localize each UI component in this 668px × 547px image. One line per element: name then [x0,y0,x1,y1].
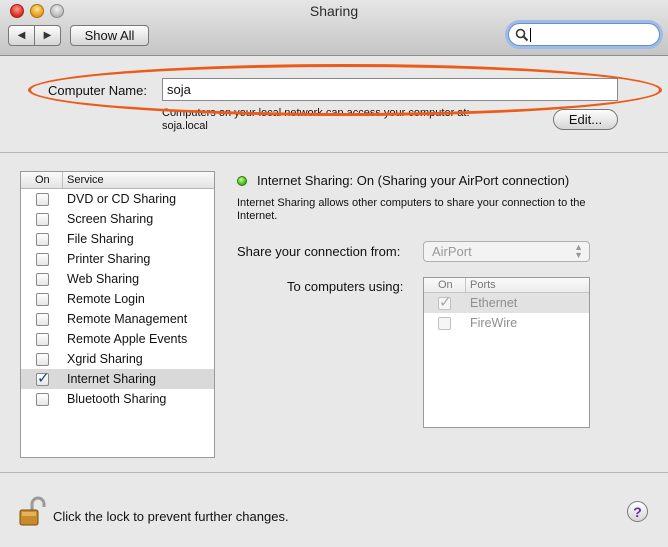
search-input[interactable] [531,26,651,43]
window-titlebar: Sharing ◀ ▶ Show All [0,0,668,56]
service-checkbox[interactable] [36,393,49,406]
service-list-header: On Service [21,172,214,189]
back-button[interactable]: ◀ [9,26,34,45]
service-label: Web Sharing [67,272,140,286]
local-hostname: soja.local [162,120,208,132]
service-row[interactable]: Remote Login [21,289,214,309]
share-from-label: Share your connection from: [237,244,401,259]
ports-column-header[interactable]: Ports [470,279,496,291]
forward-arrow-icon: ▶ [43,30,52,41]
port-row[interactable]: Ethernet [424,293,589,313]
service-label: Xgrid Sharing [67,352,143,366]
port-label: FireWire [470,316,518,330]
computer-name-field[interactable]: soja [162,78,618,101]
service-checkbox[interactable] [36,213,49,226]
service-checkbox[interactable] [36,369,50,387]
service-rows: DVD or CD Sharing Screen Sharing File Shar… [21,189,214,409]
window-title: Sharing [309,3,359,19]
column-separator [62,172,63,188]
show-all-button[interactable]: Show All [70,25,149,46]
back-arrow-icon: ◀ [17,30,26,41]
service-label: Remote Apple Events [67,332,188,346]
service-label: DVD or CD Sharing [67,192,177,206]
service-row[interactable]: Printer Sharing [21,249,214,269]
text-cursor [530,28,531,42]
service-checkbox[interactable] [36,273,49,286]
computer-name-label: Computer Name: [48,83,147,98]
service-label: Bluetooth Sharing [67,392,167,406]
service-column-header[interactable]: Service [67,174,104,186]
service-label: Printer Sharing [67,252,151,266]
updown-arrows-icon: ▲ ▼ [574,242,583,260]
service-checkbox[interactable] [36,253,49,266]
service-row[interactable]: Screen Sharing [21,209,214,229]
service-checkbox[interactable] [36,333,49,346]
help-button[interactable]: ? [627,501,648,522]
service-row[interactable]: DVD or CD Sharing [21,189,214,209]
lock-message: Click the lock to prevent further change… [53,509,289,524]
port-row[interactable]: FireWire [424,313,589,333]
port-checkbox[interactable] [438,293,452,311]
computer-name-description: Computers on your local network can acce… [162,107,470,133]
ports-list[interactable]: On Ports Ethernet FireWire [423,277,590,428]
on-column-header[interactable]: On [35,174,50,186]
port-rows: Ethernet FireWire [424,293,589,333]
service-checkbox[interactable] [36,193,49,206]
service-row[interactable]: Bluetooth Sharing [21,389,214,409]
port-label: Ethernet [470,296,518,310]
share-from-value: AirPort [432,244,472,259]
ports-list-header: On Ports [424,278,589,293]
service-row[interactable]: Web Sharing [21,269,214,289]
navigation-buttons: ◀ ▶ [8,25,61,46]
status-indicator-icon [237,176,247,186]
service-checkbox[interactable] [36,313,49,326]
service-label: File Sharing [67,232,134,246]
forward-button[interactable]: ▶ [34,26,60,45]
address-description: Computers on your local network can acce… [162,107,470,119]
service-description: Internet Sharing allows other computers … [237,197,657,223]
footer-divider [0,472,668,473]
service-label: Remote Management [67,312,188,326]
service-row[interactable]: Remote Apple Events [21,329,214,349]
service-row[interactable]: Xgrid Sharing [21,349,214,369]
to-computers-label: To computers using: [287,279,404,294]
service-row[interactable]: Internet Sharing [21,369,214,389]
column-separator [465,278,466,292]
description-line: Internet. [237,210,278,222]
service-checkbox[interactable] [36,353,49,366]
service-label: Remote Login [67,292,145,306]
service-label: Internet Sharing [67,372,156,386]
section-divider [0,152,668,153]
description-line: Internet Sharing allows other computers … [237,197,586,209]
edit-button[interactable]: Edit... [553,109,618,130]
unlocked-padlock-icon[interactable] [18,496,46,528]
service-row[interactable]: File Sharing [21,229,214,249]
service-label: Screen Sharing [67,212,154,226]
share-from-select[interactable]: AirPort ▲ ▼ [423,241,590,262]
service-row[interactable]: Remote Management [21,309,214,329]
status-title: Internet Sharing: On (Sharing your AirPo… [257,173,570,188]
service-list[interactable]: On Service DVD or CD Sharing Screen Shari… [20,171,215,458]
search-field[interactable] [508,23,660,46]
service-checkbox[interactable] [36,293,49,306]
ports-on-column-header[interactable]: On [438,279,453,291]
search-icon [515,28,529,42]
port-checkbox[interactable] [438,317,451,330]
service-checkbox[interactable] [36,233,49,246]
